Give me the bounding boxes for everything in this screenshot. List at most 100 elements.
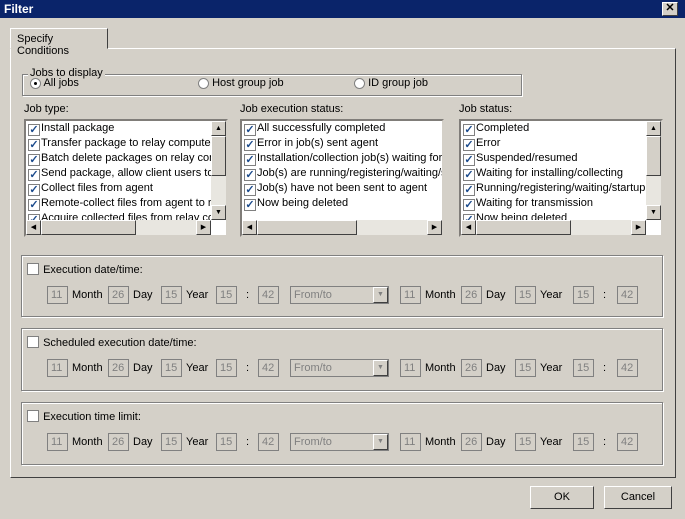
checklist[interactable]: ✓ All successfully completed ✓ Error in job… — [240, 119, 444, 237]
to-day-field[interactable]: 26 — [461, 433, 482, 451]
list-item[interactable]: ✓ Now being deleted — [461, 211, 646, 220]
to-year-field[interactable]: 15 — [515, 286, 536, 304]
to-minute-field[interactable]: 42 — [617, 286, 638, 304]
from-hour-field[interactable]: 15 — [216, 433, 237, 451]
checkbox-checked-icon[interactable]: ✓ — [244, 199, 256, 211]
from-day-field[interactable]: 26 — [108, 359, 129, 377]
list-item[interactable]: ✓ Error — [461, 136, 646, 151]
radio-icon[interactable] — [30, 77, 41, 89]
list-item[interactable]: ✓ Job(s) have not been sent to agent — [242, 181, 442, 196]
range-select[interactable]: From/to ▼ — [290, 359, 389, 377]
tab-specify-conditions[interactable]: Specify Conditions — [10, 28, 108, 57]
scroll-down-icon[interactable]: ▼ — [211, 205, 226, 220]
checklist[interactable]: ✓ Completed ✓ Error ✓ Suspended/resumed ✓ Waiti… — [459, 119, 663, 237]
cancel-button[interactable]: Cancel — [604, 486, 672, 509]
list-item[interactable]: ✓ Send package, allow client users to ch — [26, 166, 211, 181]
chevron-down-icon[interactable]: ▼ — [373, 287, 388, 303]
from-year-field[interactable]: 15 — [161, 433, 182, 451]
date-group-toggle[interactable]: Execution date/time: — [27, 263, 143, 276]
list-item[interactable]: ✓ Waiting for transmission — [461, 196, 646, 211]
ok-button[interactable]: OK — [530, 486, 594, 509]
checkbox-checked-icon[interactable]: ✓ — [28, 169, 40, 181]
radio-all-jobs[interactable]: All jobs — [30, 77, 79, 89]
checkbox-checked-icon[interactable]: ✓ — [463, 199, 475, 211]
checkbox-checked-icon[interactable]: ✓ — [463, 184, 475, 196]
checkbox-checked-icon[interactable]: ✓ — [244, 139, 256, 151]
from-minute-field[interactable]: 42 — [258, 433, 279, 451]
checkbox-unchecked-icon[interactable] — [27, 410, 39, 422]
list-item[interactable]: ✓ Job(s) are running/registering/waiting/… — [242, 166, 442, 181]
scroll-up-icon[interactable]: ▲ — [211, 121, 226, 136]
to-hour-field[interactable]: 15 — [573, 286, 594, 304]
to-month-field[interactable]: 11 — [400, 359, 421, 377]
from-month-field[interactable]: 11 — [47, 433, 68, 451]
scroll-thumb[interactable] — [476, 220, 571, 235]
range-select[interactable]: From/to ▼ — [290, 433, 389, 451]
scroll-thumb[interactable] — [211, 136, 226, 176]
checkbox-checked-icon[interactable]: ✓ — [244, 184, 256, 196]
date-group-toggle[interactable]: Execution time limit: — [27, 410, 141, 423]
horizontal-scrollbar[interactable]: ◀ ▶ — [26, 220, 211, 235]
range-select[interactable]: From/to ▼ — [290, 286, 389, 304]
checkbox-checked-icon[interactable]: ✓ — [28, 124, 40, 136]
scroll-right-icon[interactable]: ▶ — [196, 220, 211, 235]
list-item[interactable]: ✓Batch delete packages on relay compu — [26, 151, 211, 166]
list-item[interactable]: ✓ Transfer package to relay computer — [26, 136, 211, 151]
checkbox-checked-icon[interactable]: ✓ — [244, 124, 256, 136]
checkbox-checked-icon[interactable]: ✓ — [463, 139, 475, 151]
scroll-left-icon[interactable]: ◀ — [461, 220, 476, 235]
scroll-thumb[interactable] — [646, 136, 661, 176]
to-day-field[interactable]: 26 — [461, 286, 482, 304]
radio-id-group-job[interactable]: ID group job — [354, 77, 428, 89]
list-item[interactable]: ✓ Running/registering/waiting/startup fai… — [461, 181, 646, 196]
list-item[interactable]: ✓ Install package — [26, 121, 211, 136]
list-item[interactable]: ✓ Waiting for installing/collecting — [461, 166, 646, 181]
from-day-field[interactable]: 26 — [108, 286, 129, 304]
list-item[interactable]: ✓ Acquire collected files from relay comp — [26, 211, 211, 220]
to-minute-field[interactable]: 42 — [617, 433, 638, 451]
date-group-toggle[interactable]: Scheduled execution date/time: — [27, 336, 197, 349]
list-item[interactable]: ✓ Suspended/resumed — [461, 151, 646, 166]
from-month-field[interactable]: 11 — [47, 359, 68, 377]
checkbox-checked-icon[interactable]: ✓ — [463, 169, 475, 181]
scroll-left-icon[interactable]: ◀ — [26, 220, 41, 235]
scroll-left-icon[interactable]: ◀ — [242, 220, 257, 235]
from-minute-field[interactable]: 42 — [258, 286, 279, 304]
to-day-field[interactable]: 26 — [461, 359, 482, 377]
list-item[interactable]: ✓ Error in job(s) sent agent — [242, 136, 442, 151]
close-icon[interactable]: ✕ — [662, 2, 678, 16]
list-item[interactable]: ✓Remote-collect files from agent to rela… — [26, 196, 211, 211]
to-hour-field[interactable]: 15 — [573, 359, 594, 377]
chevron-down-icon[interactable]: ▼ — [373, 360, 388, 376]
vertical-scrollbar[interactable]: ▲ ▼ — [646, 121, 661, 220]
checklist[interactable]: ✓ Install package ✓ Transfer package to rel… — [24, 119, 228, 237]
horizontal-scrollbar[interactable]: ◀ ▶ — [461, 220, 646, 235]
list-item[interactable]: ✓ Now being deleted — [242, 196, 442, 211]
list-item[interactable]: ✓ All successfully completed — [242, 121, 442, 136]
scroll-up-icon[interactable]: ▲ — [646, 121, 661, 136]
list-item[interactable]: ✓ Collect files from agent — [26, 181, 211, 196]
to-hour-field[interactable]: 15 — [573, 433, 594, 451]
checkbox-checked-icon[interactable]: ✓ — [28, 154, 40, 166]
to-minute-field[interactable]: 42 — [617, 359, 638, 377]
horizontal-scrollbar[interactable]: ◀ ▶ — [242, 220, 442, 235]
checkbox-unchecked-icon[interactable] — [27, 263, 39, 275]
from-minute-field[interactable]: 42 — [258, 359, 279, 377]
scroll-thumb[interactable] — [257, 220, 357, 235]
list-item[interactable]: ✓ Installation/collection job(s) waiting … — [242, 151, 442, 166]
checkbox-checked-icon[interactable]: ✓ — [28, 184, 40, 196]
radio-host-group-job[interactable]: Host group job — [198, 77, 284, 89]
to-year-field[interactable]: 15 — [515, 359, 536, 377]
from-hour-field[interactable]: 15 — [216, 286, 237, 304]
radio-icon[interactable] — [354, 77, 365, 89]
to-month-field[interactable]: 11 — [400, 433, 421, 451]
from-month-field[interactable]: 11 — [47, 286, 68, 304]
checkbox-checked-icon[interactable]: ✓ — [463, 154, 475, 166]
scroll-down-icon[interactable]: ▼ — [646, 205, 661, 220]
scroll-right-icon[interactable]: ▶ — [631, 220, 646, 235]
scroll-thumb[interactable] — [41, 220, 136, 235]
checkbox-checked-icon[interactable]: ✓ — [463, 124, 475, 136]
chevron-down-icon[interactable]: ▼ — [373, 434, 388, 450]
list-item[interactable]: ✓ Completed — [461, 121, 646, 136]
from-day-field[interactable]: 26 — [108, 433, 129, 451]
